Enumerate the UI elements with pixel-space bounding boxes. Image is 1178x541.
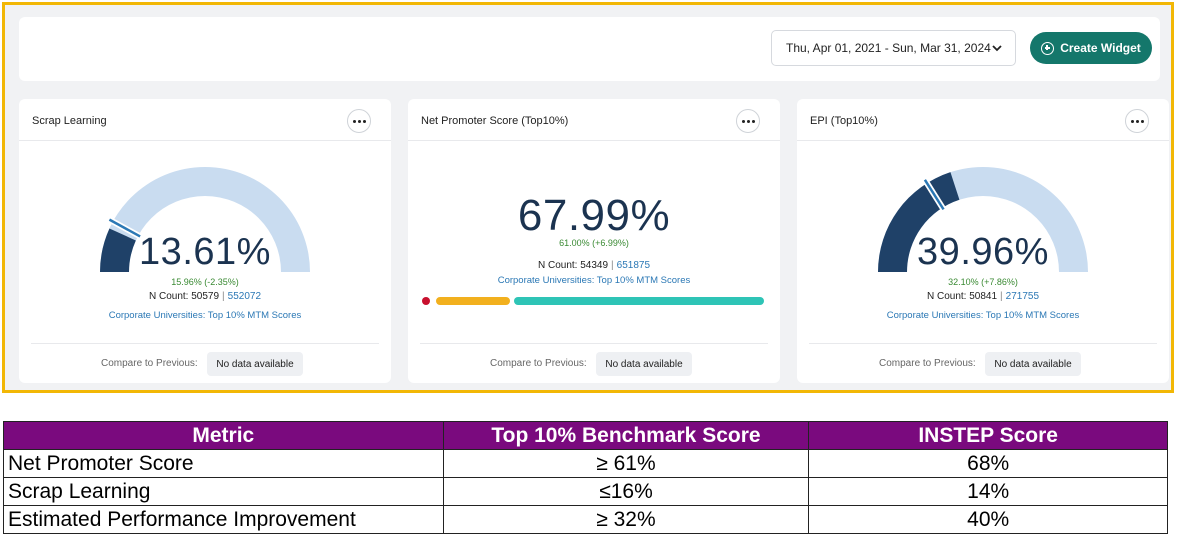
compare-label: Compare to Previous: <box>101 358 198 369</box>
dashboard-panel: Thu, Apr 01, 2021 - Sun, Mar 31, 2024 Cr… <box>2 2 1174 393</box>
compare-value-badge: No data available <box>207 352 303 376</box>
n-count: N Count: 50579 | 552072 <box>148 291 262 302</box>
table-cell: Scrap Learning <box>3 477 444 506</box>
benchmark-name: Corporate Universities: Top 10% MTM Scor… <box>886 310 1080 321</box>
compare-label: Compare to Previous: <box>490 358 587 369</box>
widget-net-promoter-score: Net Promoter Score (Top10%) 67.99% 61.00… <box>408 99 780 383</box>
benchmark-delta: 61.00% (+6.99%) <box>559 238 629 248</box>
metric-value: 13.61% <box>139 231 271 273</box>
create-widget-label: Create Widget <box>1060 41 1141 55</box>
nps-bar-passives <box>436 297 510 305</box>
nps-bar-promoters <box>514 297 764 305</box>
plus-circle-icon <box>1041 41 1055 55</box>
table-cell: 14% <box>808 477 1168 506</box>
create-widget-button[interactable]: Create Widget <box>1030 32 1152 64</box>
n-count-label: N Count: 50841 <box>926 291 998 302</box>
table-header-row: Metric Top 10% Benchmark Score INSTEP Sc… <box>3 421 1168 450</box>
compare-value-badge: No data available <box>596 352 692 376</box>
widget-header: EPI (Top10%) <box>797 99 1169 141</box>
benchmark-name: Corporate Universities: Top 10% MTM Scor… <box>108 310 302 321</box>
table-row: Estimated Performance Improvement ≥ 32% … <box>3 505 1168 534</box>
widget-footer: Compare to Previous: No data available <box>809 343 1157 376</box>
n-count: N Count: 54349 | 651875 <box>537 260 651 271</box>
column-header: Metric <box>3 421 444 450</box>
more-options-button[interactable] <box>736 109 760 133</box>
table-cell: ≤16% <box>442 477 810 506</box>
widget-header: Scrap Learning <box>19 99 391 141</box>
widget-title: Scrap Learning <box>32 115 107 127</box>
widget-title: EPI (Top10%) <box>810 115 878 127</box>
nps-bar-detractors <box>422 297 430 305</box>
table-cell: ≥ 32% <box>442 505 810 534</box>
widget-epi: EPI (Top10%) 39.96% 32.10% (+7.86%) N Co… <box>797 99 1169 383</box>
table-cell: Estimated Performance Improvement <box>3 505 444 534</box>
metric-value: 67.99% <box>517 191 671 240</box>
more-options-button[interactable] <box>1125 109 1149 133</box>
n-count-total: 552072 <box>227 291 262 302</box>
widget-footer: Compare to Previous: No data available <box>31 343 379 376</box>
n-count-total: 651875 <box>616 260 651 271</box>
n-count: N Count: 50841 | 271755 <box>926 291 1040 302</box>
benchmark-delta: 32.10% (+7.86%) <box>948 277 1018 287</box>
more-options-button[interactable] <box>347 109 371 133</box>
benchmark-name: Corporate Universities: Top 10% MTM Scor… <box>497 275 691 286</box>
metric-value: 39.96% <box>917 231 1049 273</box>
n-count-label: N Count: 50579 <box>148 291 220 302</box>
table-cell: Net Promoter Score <box>3 449 444 478</box>
date-range-label: Thu, Apr 01, 2021 - Sun, Mar 31, 2024 <box>786 41 991 55</box>
chevron-down-icon <box>992 45 1002 52</box>
widget-scrap-learning: Scrap Learning 13.61% 15.96% (-2.35%) N … <box>19 99 391 383</box>
column-header: INSTEP Score <box>808 421 1168 450</box>
toolbar: Thu, Apr 01, 2021 - Sun, Mar 31, 2024 Cr… <box>19 17 1160 81</box>
benchmark-delta: 15.96% (-2.35%) <box>171 277 239 287</box>
n-count-total: 271755 <box>1005 291 1040 302</box>
compare-value-badge: No data available <box>985 352 1081 376</box>
compare-label: Compare to Previous: <box>879 358 976 369</box>
table-row: Net Promoter Score ≥ 61% 68% <box>3 449 1168 478</box>
table-cell: 40% <box>808 505 1168 534</box>
table-cell: 68% <box>808 449 1168 478</box>
table-row: Scrap Learning ≤16% 14% <box>3 477 1168 506</box>
date-range-picker[interactable]: Thu, Apr 01, 2021 - Sun, Mar 31, 2024 <box>771 30 1016 66</box>
table-cell: ≥ 61% <box>442 449 810 478</box>
widget-title: Net Promoter Score (Top10%) <box>421 115 569 127</box>
n-count-label: N Count: 54349 <box>537 260 609 271</box>
widget-header: Net Promoter Score (Top10%) <box>408 99 780 141</box>
column-header: Top 10% Benchmark Score <box>442 421 810 450</box>
benchmark-summary-table: Metric Top 10% Benchmark Score INSTEP Sc… <box>3 421 1168 534</box>
widget-footer: Compare to Previous: No data available <box>420 343 768 376</box>
